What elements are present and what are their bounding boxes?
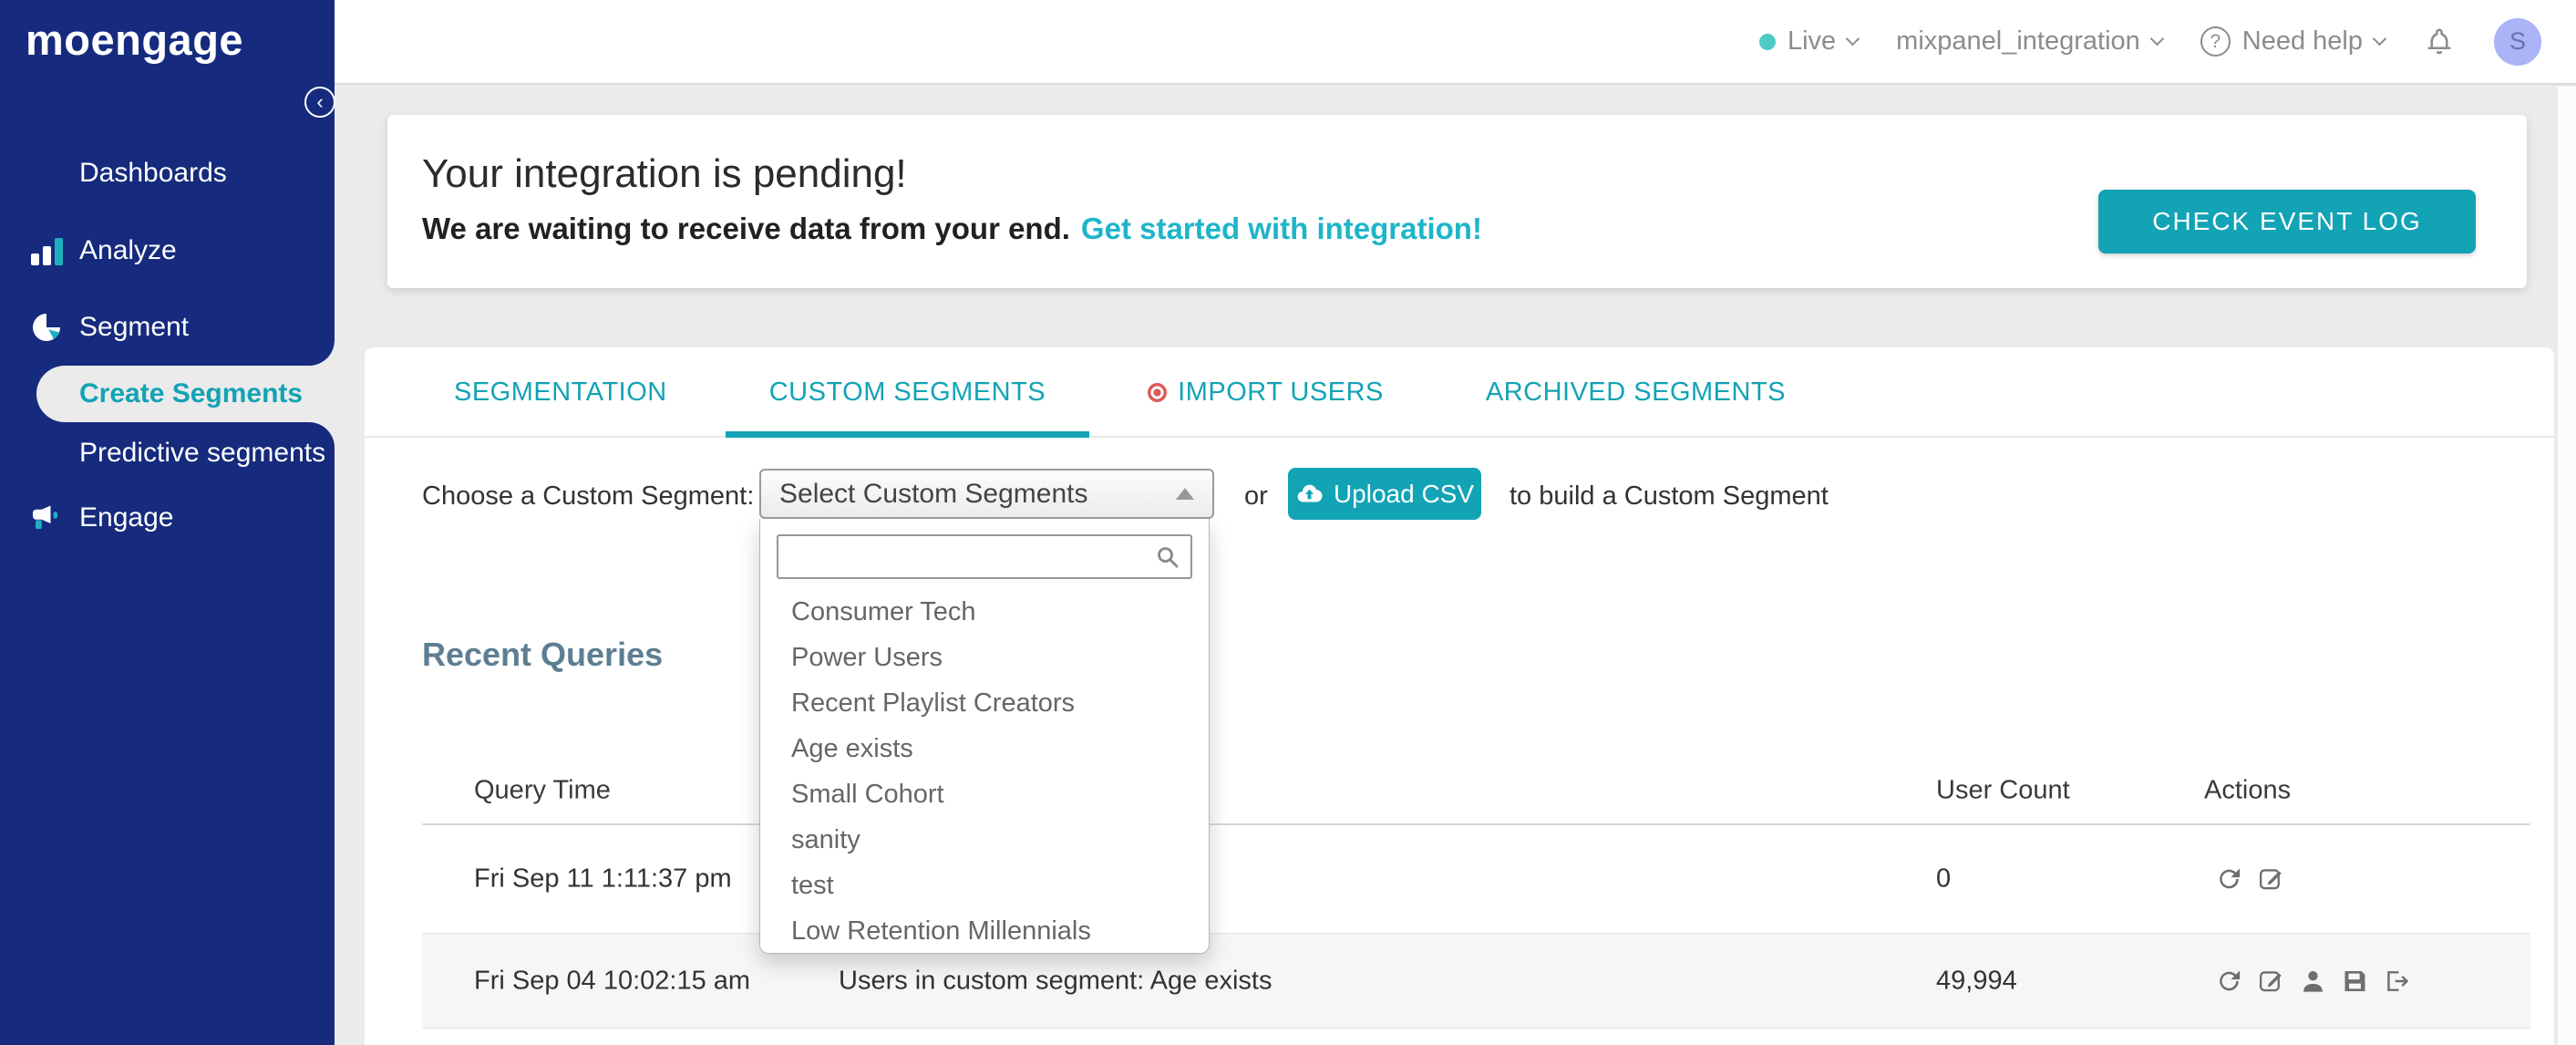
app-switcher[interactable]: mixpanel_integration (1896, 26, 2165, 57)
app-name: mixpanel_integration (1896, 26, 2140, 56)
bar-chart-icon (30, 236, 63, 265)
query-description-cell: Users in custom segment: Age exists (839, 966, 1273, 995)
dropdown-option[interactable]: Recent Playlist Creators (760, 680, 1209, 726)
chevron-down-icon (2372, 31, 2387, 46)
sidebar-active-row: Create Segments (0, 366, 335, 422)
choose-segment-label: Choose a Custom Segment: (422, 481, 755, 511)
banner-subtitle-text: We are waiting to receive data from your… (422, 212, 1070, 245)
sidebar-item-segment[interactable]: Segment (30, 307, 189, 347)
search-icon (1158, 547, 1179, 568)
tab-label: ARCHIVED SEGMENTS (1485, 378, 1787, 407)
export-icon[interactable] (2383, 967, 2411, 995)
cloud-upload-icon (1297, 484, 1323, 502)
refresh-icon[interactable] (2215, 967, 2243, 995)
sidebar-collapse-button[interactable]: ‹ (304, 87, 335, 118)
tab-archived-segments[interactable]: ARCHIVED SEGMENTS (1486, 347, 1786, 438)
bell-icon (2427, 28, 2451, 54)
column-header-actions: Actions (2204, 775, 2292, 804)
top-bar: Live mixpanel_integration ? Need help S (335, 0, 2576, 85)
query-time-cell: Fri Sep 11 1:11:37 pm (474, 864, 732, 894)
sidebar-item-predictive-segments[interactable]: Predictive segments (79, 438, 325, 469)
notifications-button[interactable] (2423, 26, 2456, 58)
dropdown-options: Consumer Tech Power Users Recent Playlis… (760, 589, 1209, 954)
tab-label: IMPORT USERS (1178, 378, 1384, 407)
scrollbar-track[interactable] (2558, 87, 2576, 1045)
sidebar-item-engage[interactable]: Engage (30, 498, 173, 538)
sidebar-item-create-segments[interactable]: Create Segments (36, 366, 335, 422)
custom-segment-select[interactable]: Select Custom Segments (759, 469, 1214, 519)
avatar[interactable]: S (2494, 17, 2541, 66)
sidebar-bottom-section: Predictive segments Engage (0, 422, 335, 1045)
refresh-icon[interactable] (2215, 865, 2243, 894)
recent-queries-title: Recent Queries (422, 636, 664, 673)
sidebar-item-label: Segment (79, 312, 190, 342)
tab-segmentation[interactable]: SEGMENTATION (454, 347, 667, 438)
sidebar-top-section: moengage Dashboards Analyze Segment (0, 0, 335, 366)
help-question-icon: ? (2200, 26, 2231, 57)
column-header-query-time: Query Time (474, 775, 611, 804)
recent-queries-table: Query Time User Count Actions Fri Sep 11… (422, 757, 2530, 1045)
moengage-logo: moengage (26, 16, 244, 64)
megaphone-icon (30, 502, 63, 534)
help-menu[interactable]: ? Need help (2200, 26, 2387, 57)
segments-panel: SEGMENTATION CUSTOM SEGMENTS IMPORT USER… (365, 347, 2554, 1045)
row-actions (2215, 967, 2411, 995)
get-started-link[interactable]: Get started with integration! (1081, 212, 1482, 245)
user-count-cell: 0 (1936, 864, 1952, 894)
user-count-cell: 49,994 (1936, 966, 2017, 995)
column-header-user-count: User Count (1936, 775, 2070, 804)
table-row: Fri Sep 04 10:02:15 am Users in custom s… (422, 934, 2530, 1029)
dropdown-option[interactable]: sanity (760, 817, 1209, 863)
tab-label: CUSTOM SEGMENTS (768, 378, 1046, 407)
dropdown-option[interactable]: Low Retention Millennials (760, 908, 1209, 954)
dropdown-search (777, 534, 1192, 579)
row-actions (2215, 865, 2285, 894)
upload-csv-button[interactable]: Upload CSV (1288, 468, 1481, 520)
banner-subtitle: We are waiting to receive data from your… (422, 212, 1482, 246)
dropdown-search-input[interactable] (778, 536, 1190, 577)
sidebar-item-label: Analyze (79, 235, 177, 265)
tab-import-users[interactable]: IMPORT USERS (1148, 347, 1384, 438)
environment-switcher[interactable]: Live (1758, 26, 1860, 57)
custom-segment-dropdown: Consumer Tech Power Users Recent Playlis… (759, 519, 1210, 954)
edit-icon[interactable] (2257, 865, 2285, 894)
sidebar: moengage Dashboards Analyze Segment Crea… (0, 0, 335, 1045)
tab-bar: SEGMENTATION CUSTOM SEGMENTS IMPORT USER… (454, 347, 1786, 438)
live-status-dot-icon (1758, 33, 1776, 50)
environment-label: Live (1787, 26, 1837, 56)
help-label: Need help (2241, 26, 2363, 56)
tab-custom-segments[interactable]: CUSTOM SEGMENTS (725, 347, 1090, 438)
query-time-cell: Fri Sep 04 10:02:15 am (474, 966, 751, 995)
user-icon[interactable] (2299, 967, 2327, 995)
dropdown-option[interactable]: Power Users (760, 635, 1209, 680)
dropdown-option[interactable]: Age exists (760, 726, 1209, 771)
dropdown-option[interactable]: Consumer Tech (760, 589, 1209, 635)
or-label: or (1244, 481, 1268, 511)
edit-icon[interactable] (2257, 967, 2285, 995)
check-event-log-button[interactable]: CHECK EVENT LOG (2098, 190, 2476, 253)
upload-csv-label: Upload CSV (1333, 479, 1475, 508)
dashboards-grid-icon (30, 157, 63, 190)
pie-chart-icon (30, 311, 63, 344)
sidebar-item-dashboards[interactable]: Dashboards (30, 153, 227, 193)
sidebar-item-analyze[interactable]: Analyze (30, 231, 177, 271)
integration-pending-banner: Your integration is pending! We are wait… (387, 115, 2527, 288)
import-users-dot-icon (1148, 383, 1168, 402)
caret-up-icon (1176, 488, 1194, 500)
tab-label: SEGMENTATION (454, 378, 667, 407)
table-header-row: Query Time User Count Actions (422, 757, 2530, 825)
build-segment-label: to build a Custom Segment (1510, 481, 1829, 511)
table-row (422, 1029, 2530, 1045)
table-row: Fri Sep 11 1:11:37 pm 0 (422, 825, 2530, 934)
dropdown-option[interactable]: Small Cohort (760, 771, 1209, 817)
dropdown-option[interactable]: test (760, 863, 1209, 908)
sidebar-item-label: Engage (79, 502, 174, 533)
sidebar-item-label: Dashboards (79, 158, 227, 188)
select-value: Select Custom Segments (779, 478, 1088, 509)
chevron-down-icon (2149, 31, 2165, 46)
chevron-down-icon (1845, 31, 1860, 46)
banner-title: Your integration is pending! (422, 151, 907, 196)
save-icon[interactable] (2341, 967, 2369, 995)
